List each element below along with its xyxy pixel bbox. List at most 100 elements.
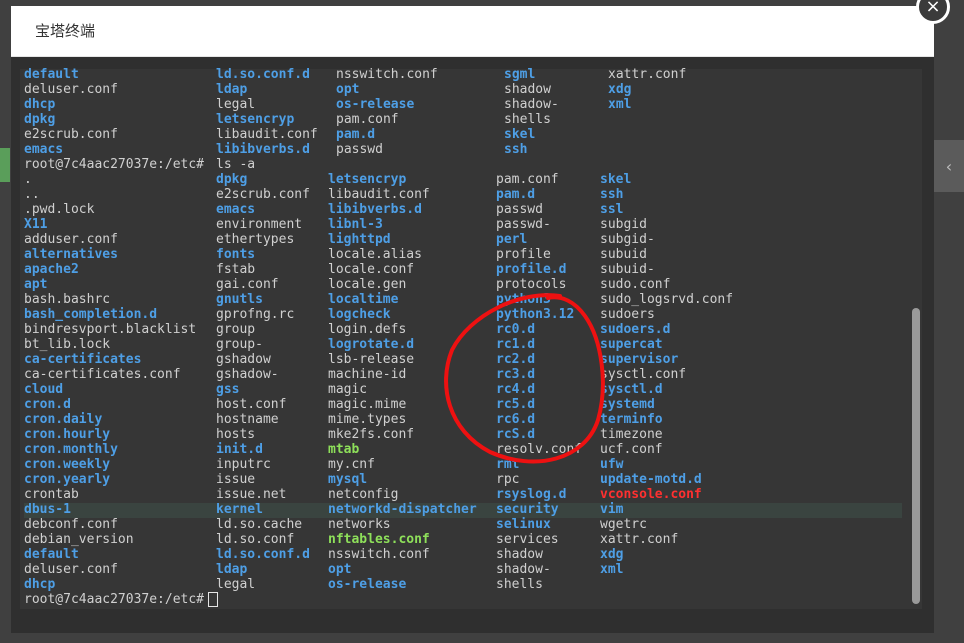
terminal-entry: sudoers xyxy=(600,307,655,322)
terminal-entry: vconsole.conf xyxy=(600,487,702,502)
terminal-entry: skel xyxy=(504,127,536,142)
terminal-entry: rc5.d xyxy=(496,397,536,412)
terminal-entry: cloud xyxy=(24,382,64,397)
terminal-entry: ssh xyxy=(600,187,624,202)
terminal-entry: opt xyxy=(336,82,360,97)
terminal-entry: rc3.d xyxy=(496,367,536,382)
terminal-entry: os-release xyxy=(336,97,415,112)
terminal-entry: libaudit.conf xyxy=(216,127,318,142)
terminal-entry: cron.daily xyxy=(24,412,103,427)
terminal-entry: timezone xyxy=(600,427,663,442)
terminal-entry: fstab xyxy=(216,262,256,277)
terminal-entry: protocols xyxy=(496,277,567,292)
terminal-entry: ld.so.conf.d xyxy=(216,547,310,562)
terminal-entry: gai.conf xyxy=(216,277,279,292)
terminal-entry: rc4.d xyxy=(496,382,536,397)
terminal-entry: ufw xyxy=(600,457,624,472)
terminal-entry: gprofng.rc xyxy=(216,307,295,322)
terminal-entry: passwd- xyxy=(496,217,551,232)
terminal-entry: libibverbs.d xyxy=(328,202,422,217)
terminal-entry: magic.mime xyxy=(328,397,407,412)
terminal-entry: update-motd.d xyxy=(600,472,702,487)
terminal-entry: cron.d xyxy=(24,397,71,412)
terminal-entry: supervisor xyxy=(600,352,679,367)
terminal-entry: os-release xyxy=(328,577,407,592)
terminal-entry: pam.d xyxy=(336,127,376,142)
terminal-entry: skel xyxy=(600,172,632,187)
terminal-entry: cron.weekly xyxy=(24,457,111,472)
background-green-tab xyxy=(0,148,10,182)
terminal-entry: default xyxy=(24,67,79,82)
terminal-entry: ucf.conf xyxy=(600,442,663,457)
terminal-entry: deluser.conf xyxy=(24,82,118,97)
terminal-entry: perl xyxy=(496,232,528,247)
terminal-entry: rpc xyxy=(496,472,520,487)
terminal-entry: logcheck xyxy=(328,307,391,322)
terminal-entry: pam.conf xyxy=(336,112,399,127)
terminal-entry: xml xyxy=(600,562,624,577)
modal-header: 宝塔终端 xyxy=(11,6,934,57)
terminal-entry: apt xyxy=(24,277,48,292)
terminal-entry: adduser.conf xyxy=(24,232,118,247)
terminal-scrollbar[interactable] xyxy=(912,72,920,606)
terminal-entry: sysctl.conf xyxy=(600,367,687,382)
terminal-entry: services xyxy=(496,532,559,547)
terminal-entry: cron.monthly xyxy=(24,442,118,457)
terminal-entry: crontab xyxy=(24,487,79,502)
scrollbar-thumb[interactable] xyxy=(912,308,920,604)
terminal-entry: hosts xyxy=(216,427,256,442)
terminal-entry: networks xyxy=(328,517,391,532)
terminal-entry: subgid- xyxy=(600,232,655,247)
terminal-entry: kernel xyxy=(216,502,263,517)
terminal-entry: libaudit.conf xyxy=(328,187,430,202)
terminal-entry: xdg xyxy=(600,547,624,562)
terminal-entry: nsswitch.conf xyxy=(336,67,438,82)
terminal-entry: mime.types xyxy=(328,412,407,427)
terminal-entry: xattr.conf xyxy=(608,67,687,82)
terminal-entry: rc1.d xyxy=(496,337,536,352)
terminal-entry: security xyxy=(496,502,559,517)
terminal-entry: ldap xyxy=(216,82,248,97)
background-chevron-left-icon[interactable]: ‹ xyxy=(934,140,964,192)
terminal-entry: rc0.d xyxy=(496,322,536,337)
terminal-entry: sysctl.d xyxy=(600,382,663,397)
terminal-entry: environment xyxy=(216,217,303,232)
terminal-entry: machine-id xyxy=(328,367,407,382)
terminal-entry: passwd xyxy=(496,202,543,217)
terminal-entry: lsb-release xyxy=(328,352,415,367)
terminal-entry: ethertypes xyxy=(216,232,295,247)
terminal-prompt: root@7c4aac27037e:/etc# xyxy=(24,592,219,607)
terminal-entry: gshadow- xyxy=(216,367,279,382)
terminal-entry: logrotate.d xyxy=(328,337,415,352)
terminal-prompt: root@7c4aac27037e:/etc# xyxy=(24,157,205,172)
terminal-entry: mysql xyxy=(328,472,368,487)
terminal-entry: dhcp xyxy=(24,97,56,112)
terminal-entry: rcS.d xyxy=(496,427,536,442)
terminal-cursor[interactable] xyxy=(208,592,219,607)
terminal-screen[interactable] xyxy=(20,69,922,609)
terminal-entry: alternatives xyxy=(24,247,118,262)
terminal-entry: fonts xyxy=(216,247,256,262)
terminal-entry: login.defs xyxy=(328,322,407,337)
terminal-entry: e2scrub.conf xyxy=(216,187,310,202)
terminal-entry: locale.alias xyxy=(328,247,422,262)
terminal-entry: locale.gen xyxy=(328,277,407,292)
terminal-entry: sgml xyxy=(504,67,536,82)
terminal-entry: hostname xyxy=(216,412,279,427)
terminal-entry: group- xyxy=(216,337,263,352)
terminal-entry: ssh xyxy=(504,142,528,157)
terminal-entry: ca-certificates.conf xyxy=(24,367,181,382)
terminal-entry: nftables.conf xyxy=(328,532,430,547)
terminal-entry: shells xyxy=(504,112,551,127)
terminal-entry: xml xyxy=(608,97,632,112)
terminal-entry: systemd xyxy=(600,397,655,412)
terminal-entry: dpkg xyxy=(216,172,248,187)
terminal-entry: .pwd.lock xyxy=(24,202,95,217)
terminal-entry: ssl xyxy=(600,202,624,217)
terminal-entry: emacs xyxy=(24,142,64,157)
terminal-entry: bt_lib.lock xyxy=(24,337,111,352)
terminal-entry: sudo.conf xyxy=(600,277,671,292)
terminal-entry: apache2 xyxy=(24,262,79,277)
terminal-entry: shells xyxy=(496,577,543,592)
terminal-entry: group xyxy=(216,322,256,337)
